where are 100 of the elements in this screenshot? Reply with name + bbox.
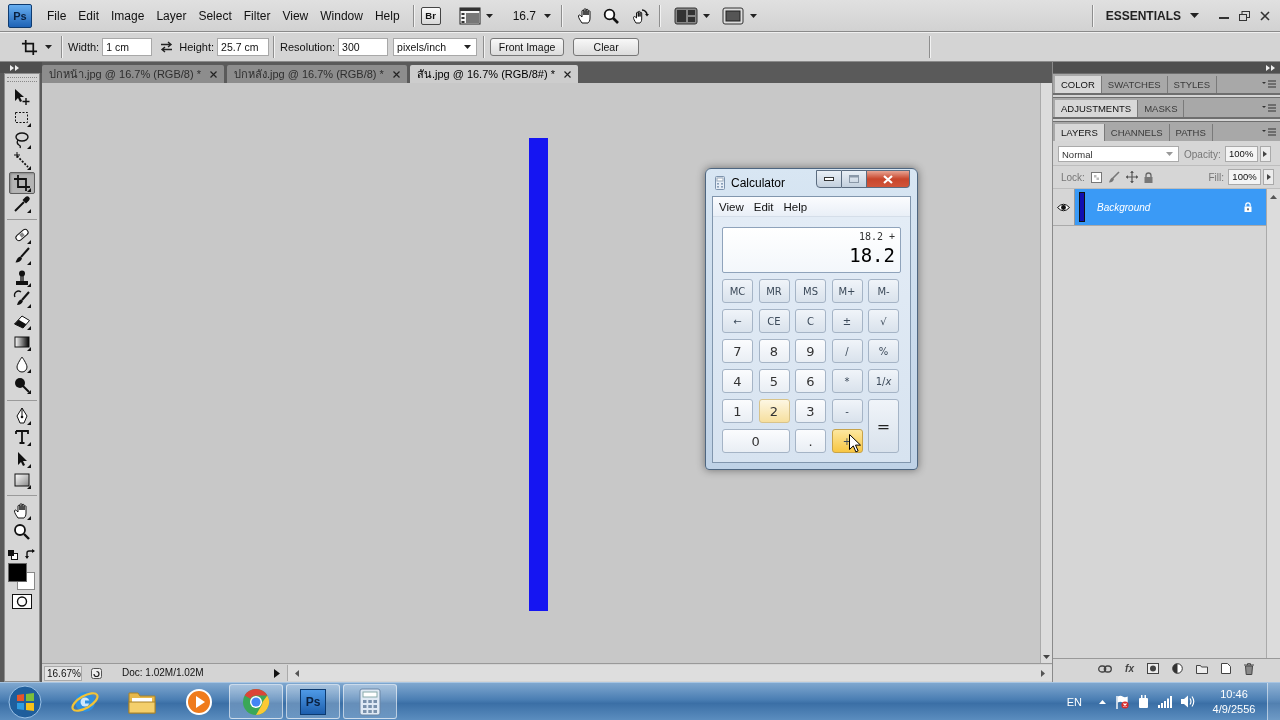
close-icon[interactable] [209, 70, 217, 78]
scroll-down-arrow-icon[interactable] [1043, 655, 1050, 659]
horizontal-scrollbar[interactable] [287, 665, 1052, 681]
workspace-switcher[interactable]: ESSENTIALS [1105, 6, 1199, 25]
menu-item[interactable]: Image [105, 6, 151, 25]
menu-item[interactable]: Layer [150, 6, 193, 25]
vertical-scrollbar[interactable] [1040, 83, 1052, 663]
menu-item[interactable]: Filter [237, 6, 277, 25]
layout-grid-icon[interactable] [674, 6, 698, 25]
scroll-up-arrow-icon[interactable] [1270, 195, 1277, 199]
menu-item[interactable]: Help [368, 6, 406, 25]
panel-tab[interactable]: ADJUSTMENTS [1055, 100, 1139, 117]
calculator-key[interactable]: 0 [722, 429, 790, 453]
close-icon[interactable] [392, 70, 400, 78]
padlock-icon[interactable] [1143, 171, 1153, 183]
calculator-key[interactable]: % [868, 339, 899, 363]
link-icon[interactable] [1098, 664, 1113, 673]
input-field[interactable]: 25.7 cm [217, 38, 270, 56]
quick-mask-icon[interactable] [12, 594, 32, 609]
calculator-key[interactable]: / [831, 339, 863, 363]
calculator-key[interactable]: M- [868, 279, 899, 303]
mask-icon[interactable] [1147, 663, 1159, 674]
speaker-icon[interactable] [1181, 695, 1196, 708]
input-field[interactable]: 1 cm [102, 38, 153, 56]
calculator-key[interactable]: . [795, 429, 826, 453]
menu-item[interactable]: View [714, 200, 749, 213]
blend-mode-dropdown[interactable]: Normal [1058, 146, 1179, 162]
calculator-key[interactable]: = [868, 399, 899, 453]
input-field[interactable]: 300 [338, 38, 389, 56]
flag-icon[interactable] [1115, 694, 1129, 709]
magnifier-icon[interactable] [603, 7, 619, 24]
clock-date[interactable]: 4/9/2556 [1212, 701, 1256, 717]
panel-tab[interactable]: STYLES [1167, 76, 1217, 93]
brush-icon[interactable] [1107, 171, 1120, 183]
close-icon[interactable] [1260, 10, 1270, 21]
language-indicator[interactable]: EN [1066, 695, 1082, 708]
move-arrows-icon[interactable] [1125, 171, 1138, 183]
calculator-key[interactable]: 2 [758, 399, 790, 423]
calculator-key[interactable]: * [831, 369, 863, 393]
caret-up-icon[interactable] [1099, 699, 1106, 704]
menu-item[interactable]: Select [192, 6, 238, 25]
calculator-key[interactable]: √ [868, 309, 899, 333]
calculator-key[interactable]: 5 [758, 369, 790, 393]
opacity-slider-button[interactable] [1259, 146, 1271, 162]
units-dropdown[interactable]: pixels/inch [393, 38, 478, 56]
calculator-key[interactable]: MS [795, 279, 826, 303]
calculator-key[interactable]: 1 [722, 399, 753, 423]
hand-icon[interactable] [577, 7, 593, 24]
bridge-button[interactable]: Br [420, 6, 441, 25]
menu-item[interactable]: Edit [72, 6, 106, 25]
menu-item[interactable]: Edit [748, 200, 779, 213]
filmstrip-icon[interactable] [458, 6, 481, 25]
menu-item[interactable]: View [276, 6, 315, 25]
calculator-key[interactable]: M+ [831, 279, 863, 303]
close-icon[interactable] [563, 70, 571, 78]
restore-icon[interactable] [1239, 10, 1250, 21]
taskbar-button[interactable]: Ps [286, 684, 340, 719]
swap-colors-icon[interactable] [25, 549, 36, 560]
calculator-key[interactable]: MR [758, 279, 790, 303]
panel-tab[interactable]: PATHS [1169, 124, 1213, 141]
panel-tab[interactable]: MASKS [1138, 100, 1185, 117]
panel-tab[interactable]: SWATCHES [1101, 76, 1168, 93]
collapse-arrows-icon[interactable] [1266, 64, 1275, 71]
start-orb-icon[interactable] [8, 684, 42, 719]
clock-time[interactable]: 10:46 [1220, 686, 1248, 702]
half-circle-icon[interactable] [1172, 663, 1183, 674]
power-plug-icon[interactable] [1138, 694, 1149, 709]
document-tab[interactable]: ปกหลัง.jpg @ 16.7% (RGB/8) * [226, 65, 407, 83]
signal-bars-icon[interactable] [1158, 695, 1172, 708]
minimize-button[interactable] [816, 170, 842, 188]
layer-style-button[interactable]: fx [1125, 662, 1134, 675]
show-desktop-button[interactable] [1267, 683, 1280, 720]
round-arrow-icon[interactable] [91, 667, 102, 679]
document-tab[interactable]: ปกหน้า.jpg @ 16.7% (RGB/8) * [42, 65, 224, 83]
scroll-right-arrow-icon[interactable] [1041, 669, 1045, 677]
taskbar-button[interactable] [343, 684, 397, 719]
document-tab[interactable]: สัน.jpg @ 16.7% (RGB/8#) * [409, 65, 578, 83]
rotate-view-icon[interactable] [632, 7, 649, 24]
option-button[interactable]: Front Image [490, 38, 565, 56]
checkerboard-icon[interactable] [1090, 171, 1102, 183]
taskbar-button[interactable] [229, 684, 283, 719]
layers-scrollbar[interactable] [1266, 189, 1280, 658]
calculator-key[interactable]: CE [758, 309, 790, 333]
fill-slider-button[interactable] [1263, 169, 1274, 185]
trash-icon[interactable] [1244, 662, 1254, 675]
calculator-key[interactable]: 6 [795, 369, 826, 393]
calculator-key[interactable]: 1/x [868, 369, 899, 393]
maximize-button[interactable] [842, 170, 867, 188]
panel-tab[interactable]: LAYERS [1055, 124, 1105, 141]
calculator-key[interactable]: ± [831, 309, 863, 333]
calculator-key[interactable]: 7 [722, 339, 753, 363]
scroll-left-arrow-icon[interactable] [295, 669, 299, 677]
panel-tab[interactable]: CHANNELS [1104, 124, 1170, 141]
calculator-key[interactable]: 3 [795, 399, 826, 423]
swap-arrows-icon[interactable] [160, 41, 174, 53]
screen-mode-icon[interactable] [722, 6, 744, 25]
color-swatches-icon[interactable] [8, 563, 36, 591]
folder-icon[interactable] [1196, 663, 1208, 674]
zoom-dropdown[interactable]: 16.7 [512, 6, 551, 25]
menu-item[interactable]: Help [778, 200, 813, 213]
